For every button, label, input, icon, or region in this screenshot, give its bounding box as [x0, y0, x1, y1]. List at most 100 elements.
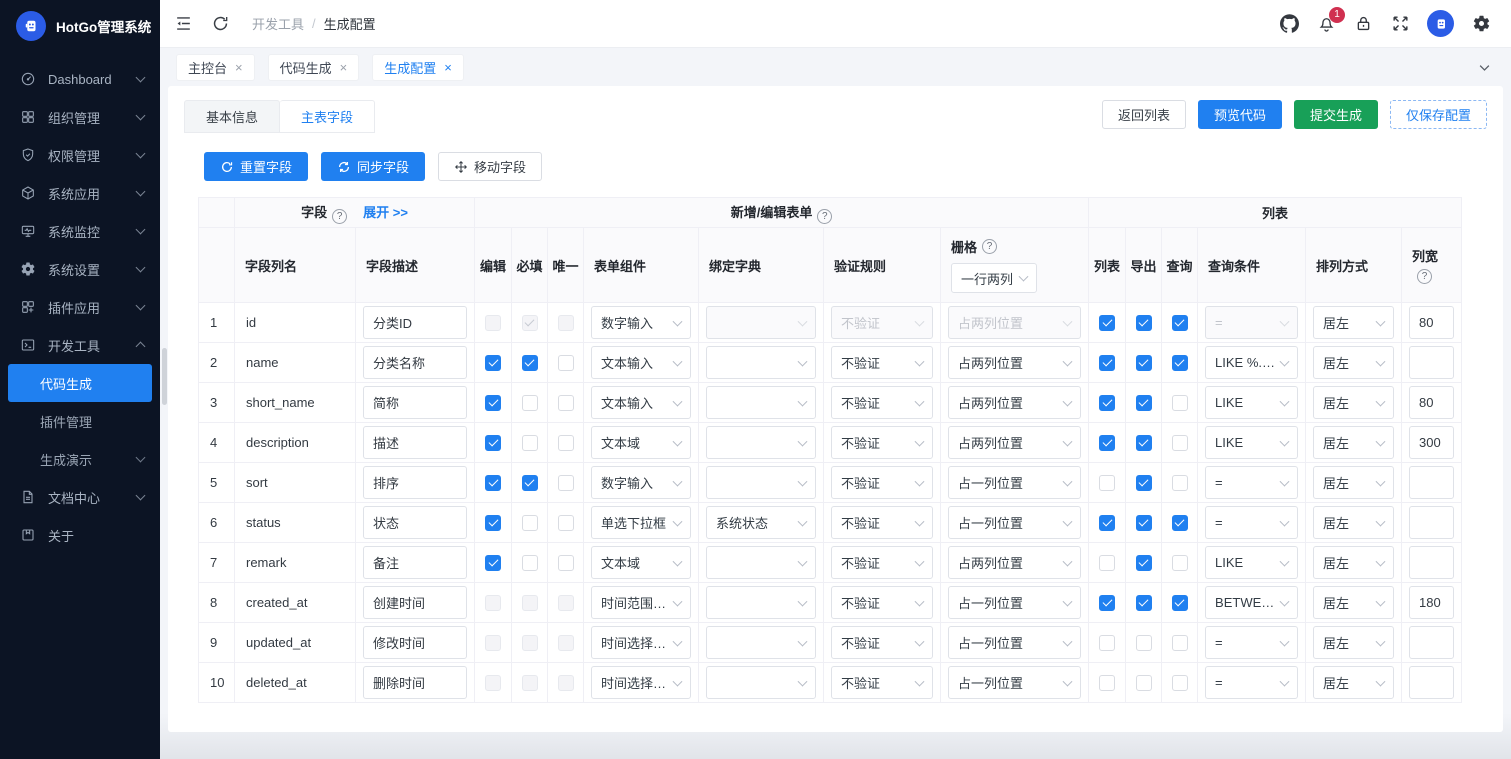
- list-checkbox[interactable]: [1099, 314, 1116, 331]
- query-cond-select[interactable]: LIKE %...%: [1205, 346, 1299, 379]
- list-checkbox[interactable]: [1099, 354, 1116, 371]
- dict-select[interactable]: [706, 546, 816, 579]
- list-checkbox[interactable]: [1099, 514, 1116, 531]
- edit-checkbox[interactable]: [485, 594, 501, 611]
- width-input[interactable]: [1409, 466, 1455, 499]
- dict-select[interactable]: [706, 586, 816, 619]
- rule-select[interactable]: 不验证: [831, 626, 933, 659]
- move-fields-button[interactable]: 移动字段: [438, 152, 543, 181]
- query-cond-select[interactable]: =: [1205, 506, 1299, 539]
- query-cond-select[interactable]: =: [1205, 306, 1299, 339]
- unique-checkbox[interactable]: [557, 554, 574, 571]
- query-checkbox[interactable]: [1171, 634, 1188, 651]
- field-desc-input[interactable]: [363, 466, 467, 499]
- required-checkbox[interactable]: [521, 514, 538, 531]
- align-select[interactable]: 居左: [1313, 346, 1395, 379]
- export-checkbox[interactable]: [1135, 674, 1152, 691]
- align-select[interactable]: 居左: [1313, 586, 1395, 619]
- grid-select[interactable]: 占一列位置: [948, 586, 1082, 619]
- field-desc-input[interactable]: [363, 306, 467, 339]
- dict-select[interactable]: [706, 386, 816, 419]
- list-checkbox[interactable]: [1099, 634, 1116, 651]
- lock-icon[interactable]: [1353, 14, 1373, 34]
- required-checkbox[interactable]: [521, 394, 538, 411]
- export-checkbox[interactable]: [1135, 554, 1152, 571]
- dict-select[interactable]: [706, 346, 816, 379]
- align-select[interactable]: 居左: [1313, 666, 1395, 699]
- refresh-icon[interactable]: [211, 14, 231, 34]
- unique-checkbox[interactable]: [557, 474, 574, 491]
- grid-select[interactable]: 占一列位置: [948, 506, 1082, 539]
- list-checkbox[interactable]: [1099, 434, 1116, 451]
- grid-select[interactable]: 占两列位置: [948, 426, 1082, 459]
- rule-select[interactable]: 不验证: [831, 306, 933, 339]
- query-checkbox[interactable]: [1171, 354, 1188, 371]
- required-checkbox[interactable]: [521, 594, 538, 611]
- edit-checkbox[interactable]: [485, 514, 501, 531]
- edit-checkbox[interactable]: [485, 434, 501, 451]
- menu-fold-icon[interactable]: [174, 14, 194, 34]
- app-logo[interactable]: HotGo管理系统: [0, 0, 160, 52]
- query-checkbox[interactable]: [1171, 474, 1188, 491]
- required-checkbox[interactable]: [521, 474, 538, 491]
- field-desc-input[interactable]: [363, 546, 467, 579]
- required-checkbox[interactable]: [521, 314, 538, 331]
- query-checkbox[interactable]: [1171, 314, 1188, 331]
- save-config-button[interactable]: 仅保存配置: [1389, 100, 1487, 129]
- tab-gen-config[interactable]: 生成配置 ×: [372, 53, 464, 81]
- width-input[interactable]: [1409, 506, 1455, 539]
- grid-default-select[interactable]: 一行两列: [951, 263, 1037, 293]
- component-select[interactable]: 数字输入: [591, 306, 691, 339]
- edit-checkbox[interactable]: [485, 354, 501, 371]
- sidebar-item-gen-demo[interactable]: 生成演示: [0, 440, 160, 478]
- align-select[interactable]: 居左: [1313, 386, 1395, 419]
- edit-checkbox[interactable]: [485, 474, 501, 491]
- list-checkbox[interactable]: [1099, 554, 1116, 571]
- tab-basic-info[interactable]: 基本信息: [184, 100, 281, 133]
- rule-select[interactable]: 不验证: [831, 506, 933, 539]
- width-input[interactable]: [1409, 666, 1455, 699]
- required-checkbox[interactable]: [521, 634, 538, 651]
- help-icon[interactable]: ?: [332, 208, 348, 224]
- width-input[interactable]: [1409, 346, 1455, 379]
- sidebar-item-about[interactable]: 关于: [0, 516, 160, 554]
- reset-fields-button[interactable]: 重置字段: [204, 152, 309, 181]
- sidebar-item-plugin-app[interactable]: 插件应用: [0, 288, 160, 326]
- required-checkbox[interactable]: [521, 554, 538, 571]
- user-avatar[interactable]: [1427, 10, 1454, 37]
- sidebar-item-sys-monitor[interactable]: 系统监控: [0, 212, 160, 250]
- unique-checkbox[interactable]: [557, 314, 574, 331]
- export-checkbox[interactable]: [1135, 314, 1152, 331]
- tab-dashboard[interactable]: 主控台 ×: [176, 53, 255, 81]
- close-icon[interactable]: ×: [340, 61, 348, 74]
- grid-select[interactable]: 占一列位置: [948, 626, 1082, 659]
- component-select[interactable]: 时间选择(Y-...: [591, 626, 691, 659]
- export-checkbox[interactable]: [1135, 434, 1152, 451]
- help-icon[interactable]: ?: [817, 208, 833, 224]
- query-cond-select[interactable]: =: [1205, 626, 1299, 659]
- width-input[interactable]: [1409, 386, 1455, 419]
- rule-select[interactable]: 不验证: [831, 666, 933, 699]
- width-input[interactable]: [1409, 626, 1455, 659]
- rule-select[interactable]: 不验证: [831, 466, 933, 499]
- query-cond-select[interactable]: =: [1205, 666, 1299, 699]
- field-desc-input[interactable]: [363, 346, 467, 379]
- rule-select[interactable]: 不验证: [831, 346, 933, 379]
- list-checkbox[interactable]: [1099, 594, 1116, 611]
- edit-checkbox[interactable]: [485, 674, 501, 691]
- width-input[interactable]: [1409, 546, 1455, 579]
- export-checkbox[interactable]: [1135, 474, 1152, 491]
- export-checkbox[interactable]: [1135, 594, 1152, 611]
- align-select[interactable]: 居左: [1313, 626, 1395, 659]
- width-input[interactable]: [1409, 586, 1455, 619]
- list-checkbox[interactable]: [1099, 674, 1116, 691]
- field-desc-input[interactable]: [363, 666, 467, 699]
- field-desc-input[interactable]: [363, 506, 467, 539]
- component-select[interactable]: 文本域: [591, 546, 691, 579]
- grid-select[interactable]: 占两列位置: [948, 386, 1082, 419]
- component-select[interactable]: 文本输入: [591, 346, 691, 379]
- dict-select[interactable]: [706, 306, 816, 339]
- close-icon[interactable]: ×: [235, 61, 243, 74]
- grid-select[interactable]: 占一列位置: [948, 666, 1082, 699]
- align-select[interactable]: 居左: [1313, 506, 1395, 539]
